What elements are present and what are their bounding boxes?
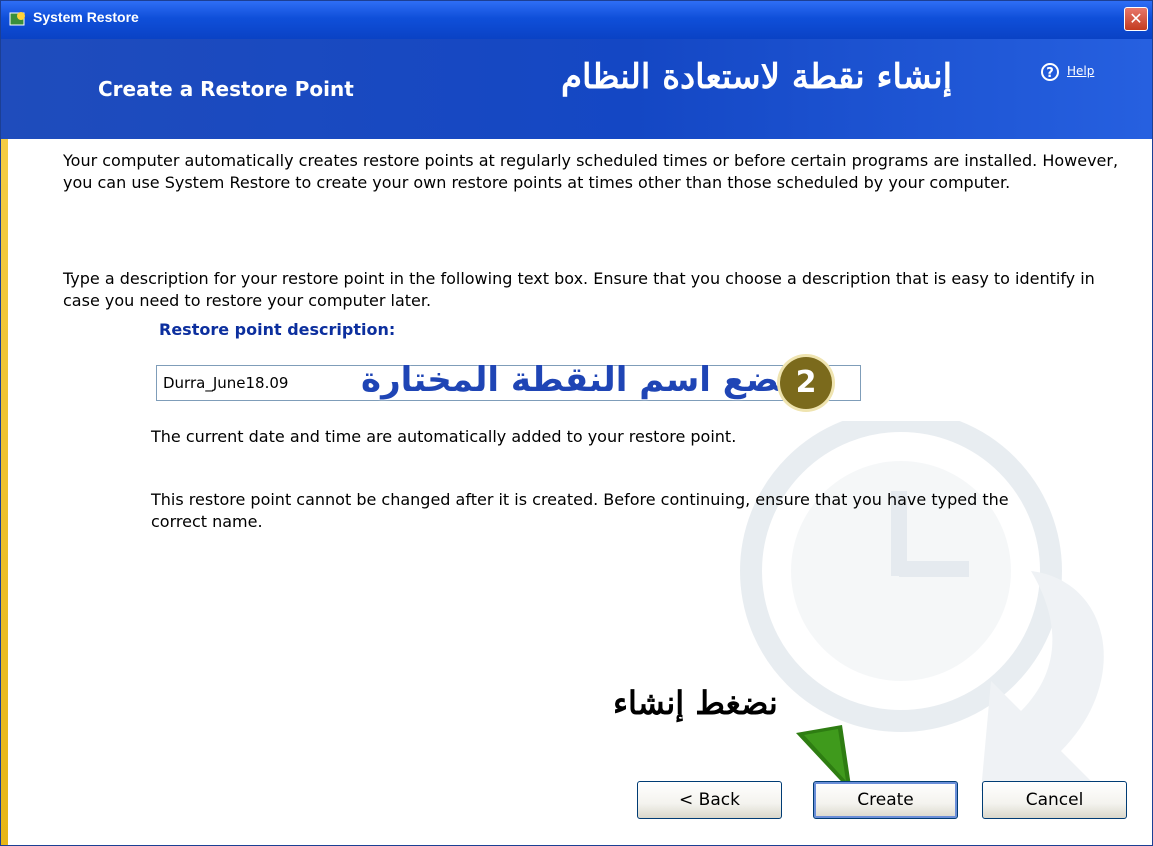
help-link[interactable]: Help	[1067, 64, 1094, 78]
restore-clock-watermark-icon	[740, 421, 1104, 791]
restore-point-description-label: Restore point description:	[159, 320, 396, 339]
system-restore-window: System Restore ✕ Create a Restore Point …	[0, 0, 1153, 846]
page-title: Create a Restore Point	[98, 77, 354, 101]
title-bar[interactable]: System Restore ✕	[1, 1, 1152, 39]
system-restore-icon	[9, 12, 25, 26]
window-title: System Restore	[33, 9, 139, 25]
left-border-strip	[1, 39, 8, 845]
step-number-badge: 2	[780, 357, 832, 409]
cancel-button[interactable]: Cancel	[982, 781, 1127, 819]
annotation-enter-name-arabic: نضع اسم النقطة المختارة	[361, 360, 793, 400]
date-note-text: The current date and time are automatica…	[151, 427, 737, 446]
intro-text: Your computer automatically creates rest…	[63, 151, 1119, 192]
annotation-press-create-arabic: نضغط إنشاء	[613, 684, 778, 722]
question-circle-icon[interactable]: ?	[1041, 63, 1059, 81]
back-button[interactable]: < Back	[637, 781, 782, 819]
warning-text: This restore point cannot be changed aft…	[151, 490, 1009, 531]
instruction-text: Type a description for your restore poin…	[63, 269, 1095, 310]
close-button[interactable]: ✕	[1124, 7, 1148, 31]
arabic-page-title: إنشاء نقطة لاستعادة النظام	[561, 57, 953, 97]
create-button[interactable]: Create	[813, 781, 958, 819]
